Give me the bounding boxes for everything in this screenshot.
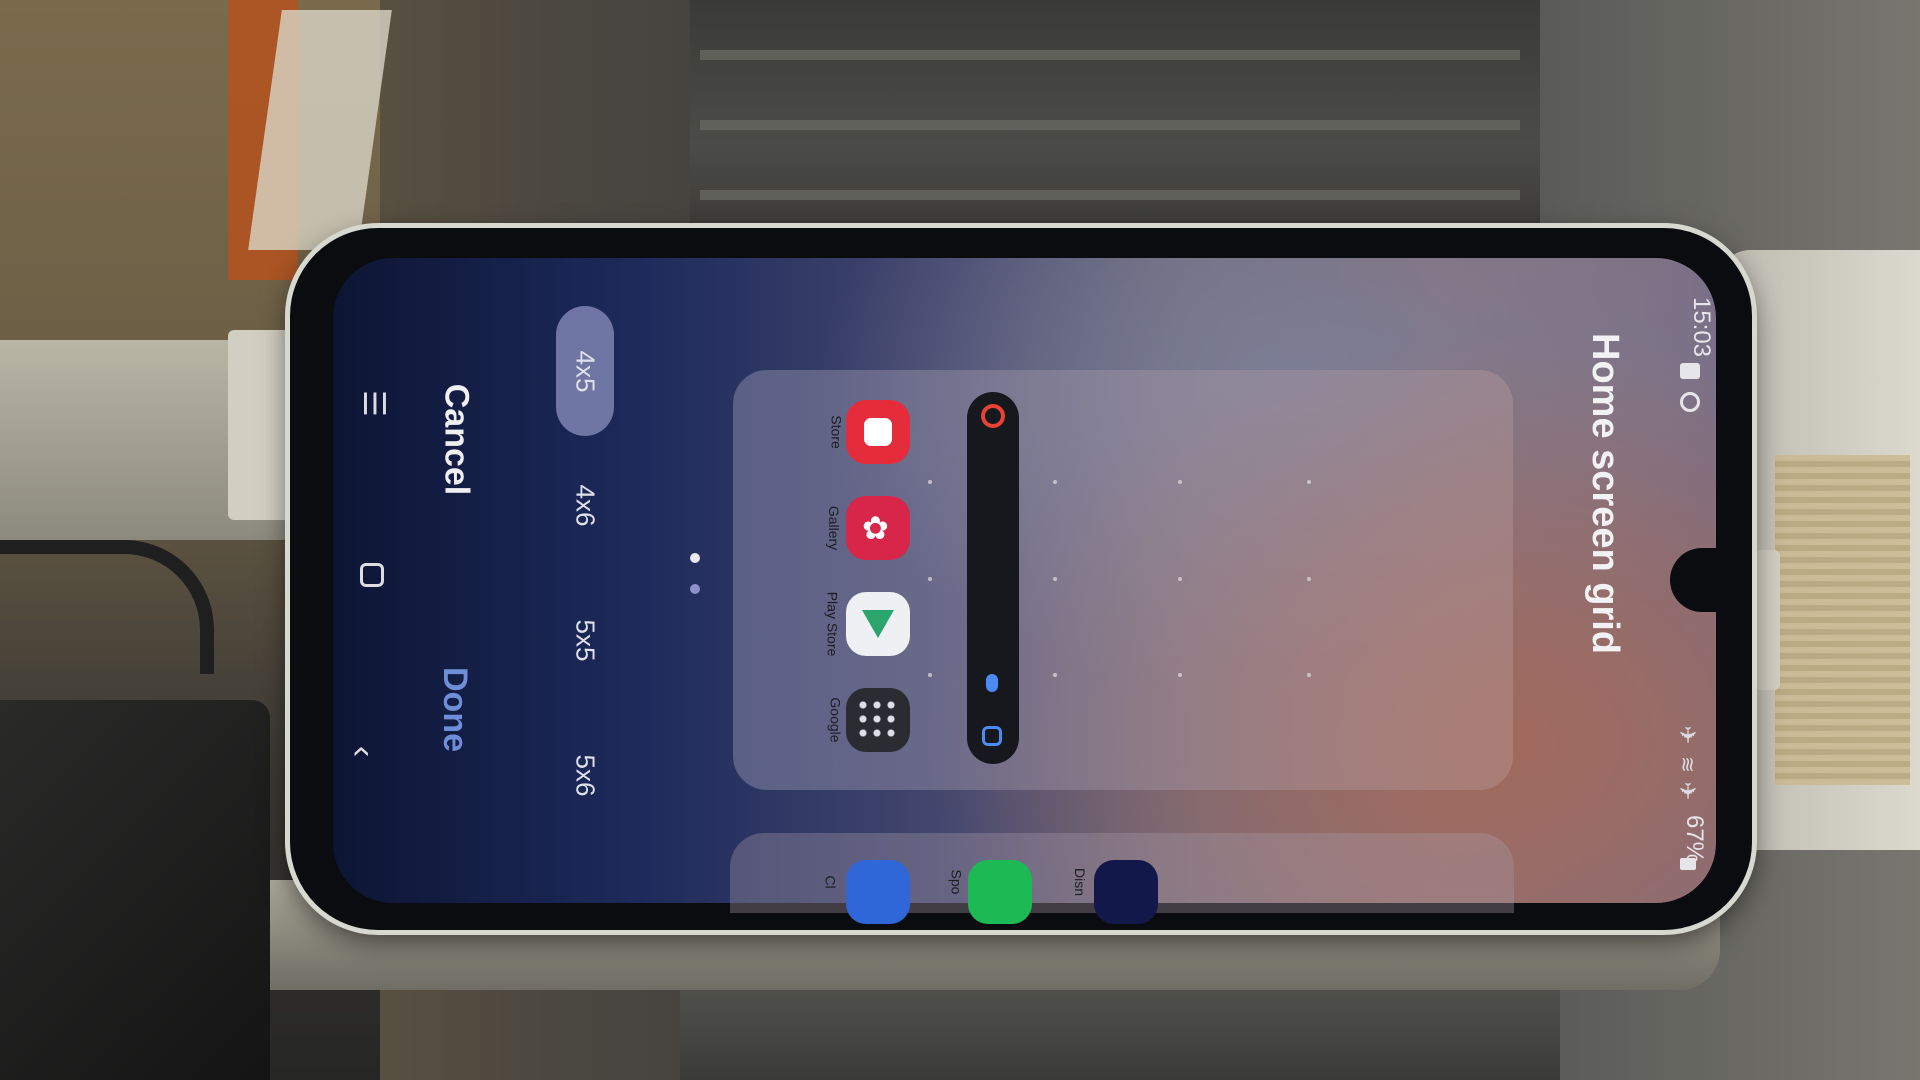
grid-option-label: 5x6 xyxy=(570,754,601,796)
app-label: Play Store xyxy=(824,591,841,657)
grid-option-4x6[interactable]: 4x6 xyxy=(556,440,614,570)
cable xyxy=(0,540,214,674)
grid-dot xyxy=(1178,673,1182,677)
status-time: 15:03 xyxy=(1688,296,1716,358)
grid-option-5x5[interactable]: 5x5 xyxy=(556,575,614,705)
recents-icon[interactable]: ☰ xyxy=(356,390,391,417)
mute-icon: ✈ xyxy=(1675,725,1701,745)
back-icon[interactable]: ‹ xyxy=(343,746,382,757)
google-folder-icon xyxy=(846,688,910,752)
app-label: Gallery xyxy=(826,505,843,551)
grid-dot xyxy=(1307,577,1311,581)
gallery-icon: ✿ xyxy=(846,496,910,560)
done-button[interactable]: Done xyxy=(435,667,474,752)
camera-block xyxy=(0,700,270,1080)
google-g-icon xyxy=(981,404,1005,428)
battery-icon xyxy=(1680,858,1696,870)
sync-icon xyxy=(1680,392,1700,412)
grid-option-label: 4x5 xyxy=(570,350,601,392)
galaxy-store-icon xyxy=(846,400,910,464)
microphone-icon xyxy=(986,674,998,692)
grid-dot xyxy=(1053,480,1057,484)
shelf-bar xyxy=(700,50,1520,60)
spotify-icon xyxy=(968,860,1032,924)
app-label: Cl xyxy=(822,875,839,889)
grid-dot xyxy=(928,480,932,484)
phone-clamp xyxy=(228,330,290,520)
airplane-icon: ✈ xyxy=(1675,781,1701,801)
wifi-icon: ≋ xyxy=(1675,756,1698,773)
grid-option-label: 5x5 xyxy=(570,619,601,661)
grid-dot xyxy=(1053,577,1057,581)
page-title: Home screen grid xyxy=(1584,333,1626,654)
disney-plus-icon xyxy=(1094,860,1158,924)
grid-dot xyxy=(1307,480,1311,484)
app-label: Spo xyxy=(948,869,965,895)
lens-icon xyxy=(982,726,1002,746)
play-store-icon xyxy=(846,592,910,656)
grid-dot xyxy=(928,673,932,677)
page-indicator-home xyxy=(690,553,700,563)
app-label: Store xyxy=(828,415,845,449)
grid-dot xyxy=(928,577,932,581)
home-icon[interactable] xyxy=(360,563,384,587)
shelf-bar xyxy=(700,190,1520,200)
grid-option-label: 4x6 xyxy=(570,484,601,526)
app-label: Google xyxy=(827,697,844,743)
grid-option-5x6[interactable]: 5x6 xyxy=(556,710,614,840)
cancel-button[interactable]: Cancel xyxy=(436,384,475,496)
grid-dot xyxy=(1307,673,1311,677)
message-icon xyxy=(1680,363,1700,379)
google-search-widget xyxy=(967,392,1019,764)
camera-notch xyxy=(1670,548,1726,612)
grid-dot xyxy=(1053,673,1057,677)
page-indicator-dot xyxy=(690,584,700,594)
grid-option-4x5[interactable]: 4x5 xyxy=(556,306,614,436)
grid-dot xyxy=(1178,480,1182,484)
grid-dot xyxy=(1178,577,1182,581)
label-sticker xyxy=(1775,455,1910,785)
battery-percent: 67% xyxy=(1681,814,1709,864)
app-label: Disn xyxy=(1072,867,1089,897)
shelf-bar xyxy=(700,120,1520,130)
clock-icon xyxy=(846,860,910,924)
